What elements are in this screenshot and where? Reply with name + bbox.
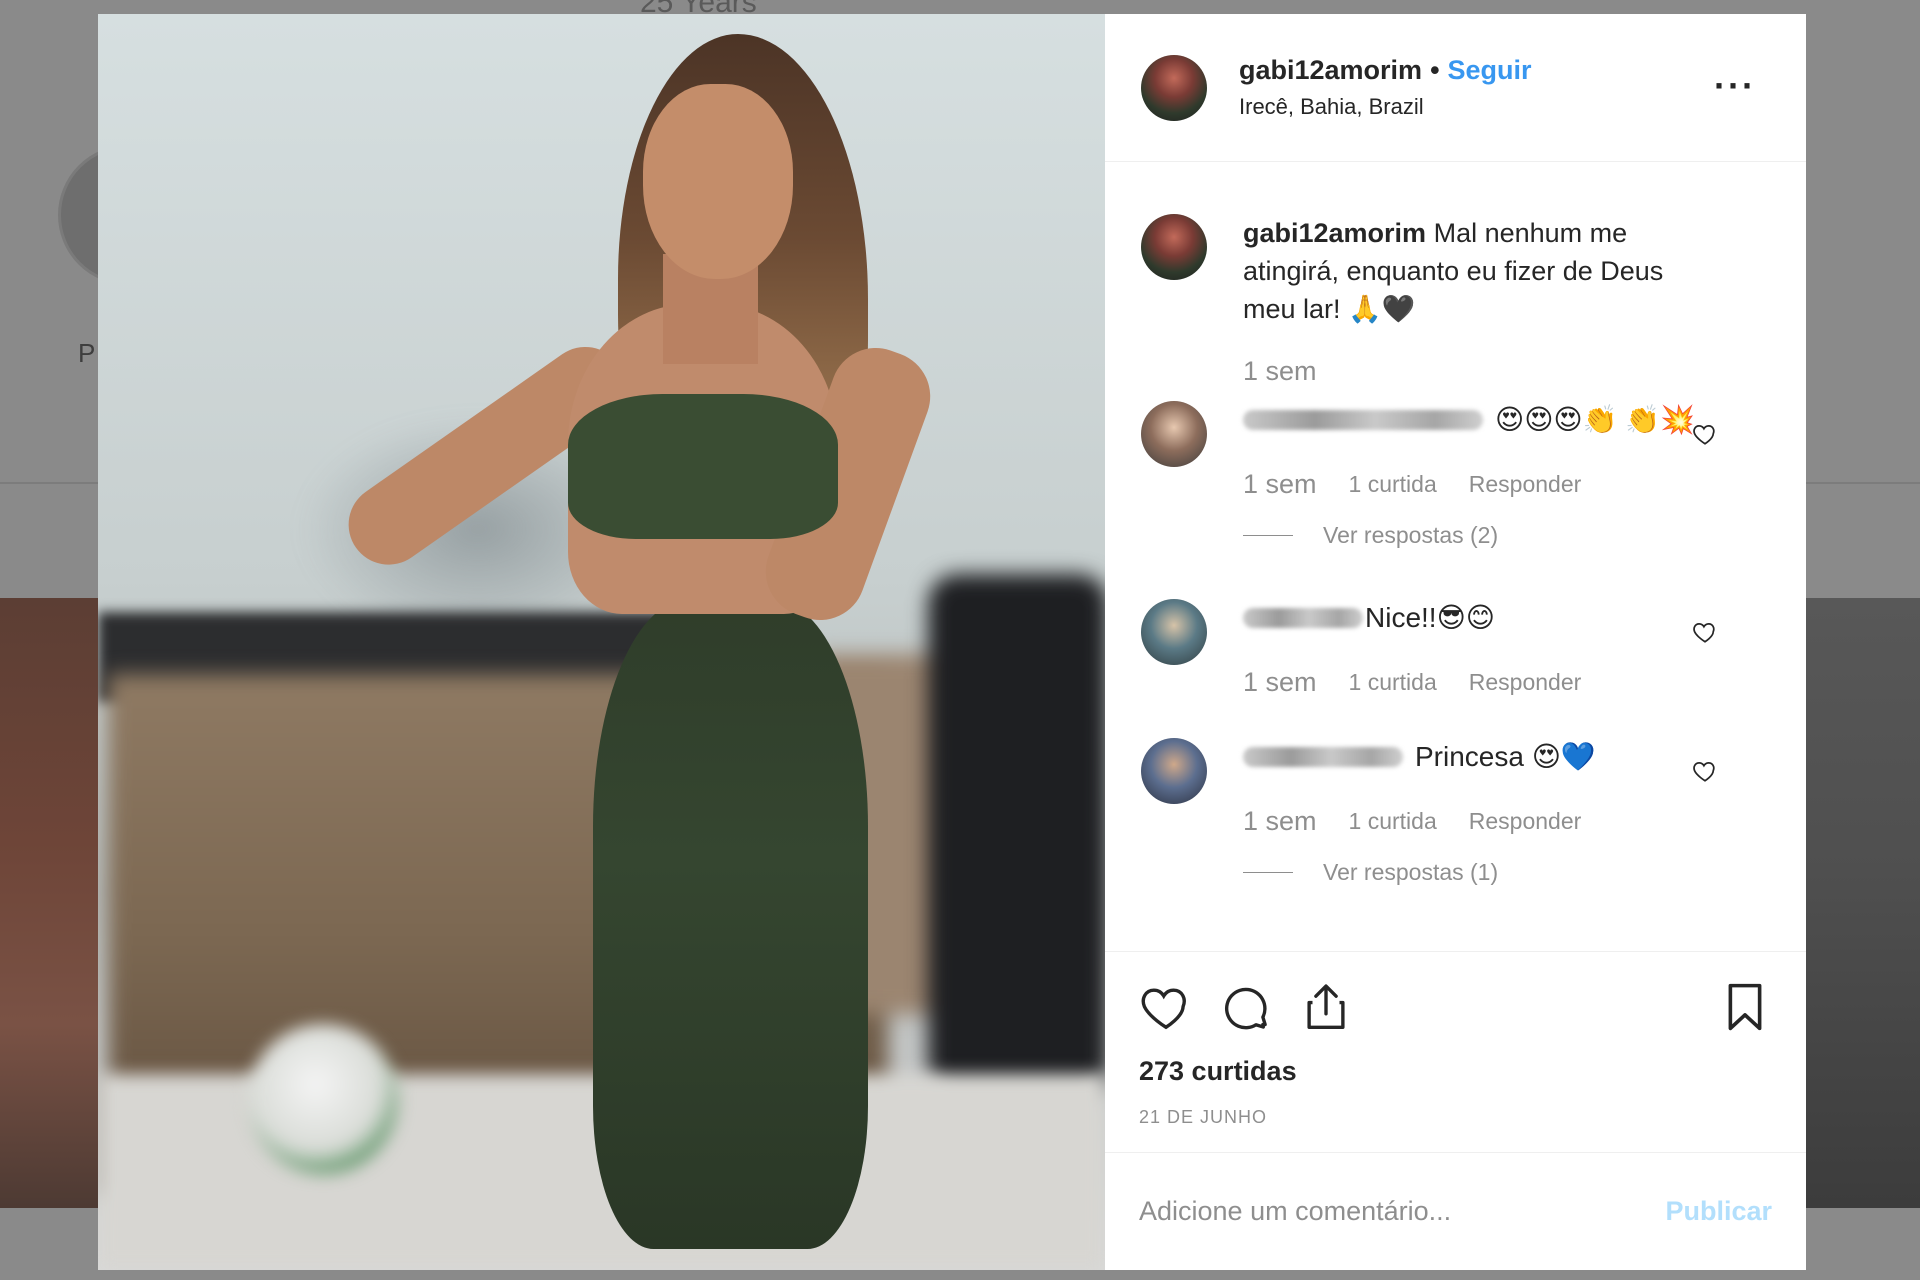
comment-icon[interactable] [1219,980,1273,1034]
post-header: gabi12amorim • Seguir Irecê, Bahia, Braz… [1105,14,1806,162]
post-actions: 273 curtidas 21 DE JUNHO [1105,951,1806,1128]
background-thumbnail-right [1806,598,1920,1208]
view-replies-label: Ver respostas (1) [1323,859,1499,885]
caption-time[interactable]: 1 sem [1243,356,1770,387]
person-top [568,394,838,539]
comment-item: 😍😍😍👏 👏💥 1 sem 1 curtida Responder Ver re… [1141,401,1770,549]
comment-input[interactable] [1139,1196,1666,1227]
action-icons [1139,972,1772,1042]
post-modal: gabi12amorim • Seguir Irecê, Bahia, Braz… [98,14,1806,1270]
redacted-username [1243,608,1363,628]
heart-icon[interactable] [1139,980,1193,1034]
add-comment-bar: Publicar [1105,1152,1806,1270]
post-location[interactable]: Irecê, Bahia, Brazil [1239,94,1532,120]
view-replies-button[interactable]: Ver respostas (1) [1243,859,1770,886]
comment-meta: 1 sem 1 curtida Responder [1243,469,1770,500]
reply-button[interactable]: Responder [1469,669,1582,696]
commenter-avatar[interactable] [1141,401,1207,467]
author-avatar[interactable] [1141,54,1207,121]
reply-button[interactable]: Responder [1469,808,1582,835]
publish-button[interactable]: Publicar [1665,1196,1772,1227]
post-date[interactable]: 21 DE JUNHO [1139,1107,1772,1128]
comment-text: Nice!!😎😊 [1243,599,1770,637]
redacted-username [1243,410,1483,430]
photo-person [98,14,1105,1270]
person-face [643,84,793,279]
comment-meta: 1 sem 1 curtida Responder [1243,667,1770,698]
more-options-icon[interactable]: ··· [1714,68,1756,104]
commenter-avatar[interactable] [1141,738,1207,804]
post-photo[interactable] [98,14,1105,1270]
author-username[interactable]: gabi12amorim [1239,55,1422,86]
replies-line [1243,872,1293,873]
caption-text: gabi12amorim Mal nenhum me atingirá, enq… [1243,214,1713,328]
comment-item: Nice!!😎😊 1 sem 1 curtida Responder [1141,599,1770,698]
comment-body: Nice!!😎😊 1 sem 1 curtida Responder [1243,599,1770,698]
comment-item: Princesa 😍💙 1 sem 1 curtida Responder Ve… [1141,738,1770,886]
share-icon[interactable] [1299,980,1353,1034]
likes-count[interactable]: 273 curtidas [1139,1056,1772,1087]
comment-time[interactable]: 1 sem [1243,667,1317,698]
caption-username[interactable]: gabi12amorim [1243,218,1426,248]
comment-heart-icon[interactable] [1692,421,1718,447]
comment-message: Nice!!😎😊 [1365,602,1495,633]
comment-message: Princesa 😍💙 [1415,741,1596,772]
comment-text: Princesa 😍💙 [1243,738,1770,776]
follow-button[interactable]: Seguir [1448,55,1532,86]
commenter-avatar[interactable] [1141,599,1207,665]
author-line: gabi12amorim • Seguir [1239,55,1532,86]
comment-body: 😍😍😍👏 👏💥 1 sem 1 curtida Responder Ver re… [1243,401,1770,549]
post-side-panel: gabi12amorim • Seguir Irecê, Bahia, Braz… [1105,14,1806,1270]
redacted-username [1243,747,1403,767]
caption-body: gabi12amorim Mal nenhum me atingirá, enq… [1243,214,1770,387]
comment-likes[interactable]: 1 curtida [1349,471,1437,498]
view-replies-button[interactable]: Ver respostas (2) [1243,522,1770,549]
comment-heart-icon[interactable] [1692,758,1718,784]
replies-line [1243,535,1293,536]
separator-dot: • [1430,55,1440,85]
reply-button[interactable]: Responder [1469,471,1582,498]
bookmark-icon[interactable] [1718,980,1772,1034]
person-legs [593,599,868,1249]
comment-time[interactable]: 1 sem [1243,469,1317,500]
comment-likes[interactable]: 1 curtida [1349,808,1437,835]
comment-heart-icon[interactable] [1692,619,1718,645]
view-replies-label: Ver respostas (2) [1323,522,1499,548]
comment-body: Princesa 😍💙 1 sem 1 curtida Responder Ve… [1243,738,1770,886]
comment-time[interactable]: 1 sem [1243,806,1317,837]
comment-message: 😍😍😍👏 👏💥 [1495,404,1695,435]
comment-likes[interactable]: 1 curtida [1349,669,1437,696]
post-caption: gabi12amorim Mal nenhum me atingirá, enq… [1141,162,1770,387]
comments-list[interactable]: gabi12amorim Mal nenhum me atingirá, enq… [1105,162,1806,951]
comment-meta: 1 sem 1 curtida Responder [1243,806,1770,837]
background-profile-label: P [78,338,96,368]
caption-avatar[interactable] [1141,214,1207,280]
background-thumbnail-left [0,598,100,1208]
comment-text: 😍😍😍👏 👏💥 [1243,401,1770,439]
author-info: gabi12amorim • Seguir Irecê, Bahia, Braz… [1239,55,1532,120]
